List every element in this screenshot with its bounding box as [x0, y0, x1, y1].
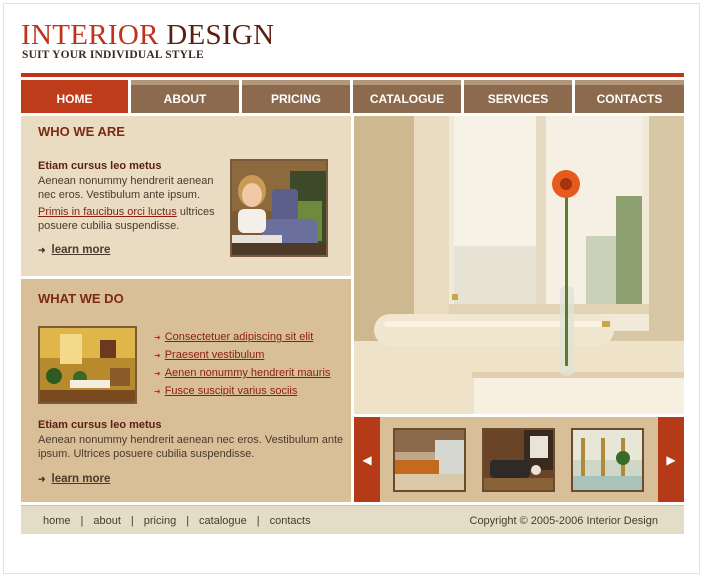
gallery-next-button[interactable]: ▶	[658, 417, 684, 502]
footer-link-contacts[interactable]: contacts	[270, 515, 311, 527]
who-we-are-title: Etiam cursus leo metus	[38, 160, 162, 172]
who-we-are-text-line1: Aenean nonummy hendrerit aenean	[38, 175, 214, 187]
what-we-do-learn-more[interactable]: ➜ learn more	[38, 473, 110, 485]
footer-separator: |	[256, 514, 260, 527]
footer-separator: |	[130, 514, 134, 527]
arrow-right-icon: ➜	[38, 473, 46, 484]
nav-item-catalogue[interactable]: CATALOGUE	[353, 80, 461, 113]
who-we-are-text-line2: nec eros. Vestibulum ante ipsum.	[38, 189, 201, 201]
bullet-arrow-icon: ➜	[154, 350, 161, 360]
gallery-thumb-living-room[interactable]	[482, 428, 555, 492]
who-we-are-text-line4: posuere cubilia suspendisse.	[38, 220, 180, 232]
gallery-thumb-conservatory[interactable]	[571, 428, 644, 492]
logo-word-interior: INTERIOR	[21, 19, 159, 51]
who-we-are-link-suffix: ultrices	[176, 206, 215, 218]
footer-link-home[interactable]: home	[43, 515, 71, 527]
service-link-4[interactable]: ➜ Fusce suscipit varius sociis	[154, 382, 330, 400]
footer-links: home | about | pricing | catalogue | con…	[43, 506, 311, 535]
copyright-text: Copyright © 2005-2006 Interior Design	[469, 514, 659, 527]
what-we-do-text-line2: ipsum. Ultrices posuere cubilia suspendi…	[38, 448, 255, 460]
service-link-1[interactable]: ➜ Consectetuer adipiscing sit elit	[154, 328, 330, 346]
window-flower-scene	[354, 116, 684, 414]
woman-reading-image	[232, 161, 326, 255]
footer-link-catalogue[interactable]: catalogue	[199, 515, 247, 527]
bullet-arrow-icon: ➜	[154, 368, 161, 378]
conservatory-thumb-image	[573, 430, 642, 490]
bullet-arrow-icon: ➜	[154, 332, 161, 342]
nav-item-services[interactable]: SERVICES	[464, 80, 572, 113]
footer-separator: |	[80, 514, 84, 527]
who-we-are-link[interactable]: Primis in faucibus orci luctus	[38, 206, 177, 218]
nav-item-contacts[interactable]: CONTACTS	[575, 80, 684, 113]
kitchen-thumb-image	[395, 430, 464, 490]
service-link-2[interactable]: ➜ Praesent vestibulum	[154, 346, 330, 364]
who-we-are-learn-more[interactable]: ➜ learn more	[38, 244, 110, 256]
header-divider	[21, 73, 684, 77]
main-nav: HOME ABOUT PRICING CATALOGUE SERVICES CO…	[21, 80, 684, 113]
nav-item-home[interactable]: HOME	[21, 80, 128, 113]
hero-image	[354, 116, 684, 414]
dining-room-photo	[38, 326, 137, 404]
site-logo[interactable]: INTERIOR DESIGN	[21, 19, 274, 51]
what-we-do-title: Etiam cursus leo metus	[38, 419, 162, 431]
gallery-thumb-kitchen[interactable]	[393, 428, 466, 492]
nav-item-pricing[interactable]: PRICING	[242, 80, 350, 113]
living-room-thumb-image	[484, 430, 553, 490]
footer-link-about[interactable]: about	[93, 515, 121, 527]
thumbnail-gallery: ◀ ▶	[354, 417, 684, 502]
logo-word-design: DESIGN	[166, 19, 275, 51]
what-we-do-panel: WHAT WE DO ➜ Consectetuer adipiscing sit …	[21, 279, 351, 502]
who-we-are-text-line3: Primis in faucibus orci luctus ultrices	[38, 205, 215, 220]
who-we-are-panel: WHO WE ARE Etiam cursus leo metus Aenean…	[21, 116, 351, 276]
who-we-are-heading: WHO WE ARE	[38, 124, 125, 139]
what-we-do-text-line1: Aenean nonummy hendrerit aenean nec eros…	[38, 434, 344, 446]
site-tagline: SUIT YOUR INDIVIDUAL STYLE	[22, 49, 204, 61]
nav-item-about[interactable]: ABOUT	[131, 80, 239, 113]
woman-reading-photo	[230, 159, 328, 257]
dining-room-image	[40, 328, 135, 402]
footer-link-pricing[interactable]: pricing	[144, 515, 176, 527]
gallery-prev-button[interactable]: ◀	[354, 417, 380, 502]
footer-separator: |	[186, 514, 190, 527]
service-link-3[interactable]: ➜ Aenen nonummy hendrerit mauris	[154, 364, 330, 382]
arrow-right-icon: ➜	[38, 244, 46, 255]
what-we-do-heading: WHAT WE DO	[38, 291, 124, 306]
learn-more-label: learn more	[51, 244, 111, 256]
arrow-right-icon: ▶	[666, 452, 676, 467]
bullet-arrow-icon: ➜	[154, 386, 161, 396]
learn-more-label: learn more	[51, 473, 111, 485]
arrow-left-icon: ◀	[362, 452, 372, 467]
site-footer: home | about | pricing | catalogue | con…	[21, 505, 684, 534]
services-link-list: ➜ Consectetuer adipiscing sit elit ➜ Praes…	[154, 328, 330, 400]
